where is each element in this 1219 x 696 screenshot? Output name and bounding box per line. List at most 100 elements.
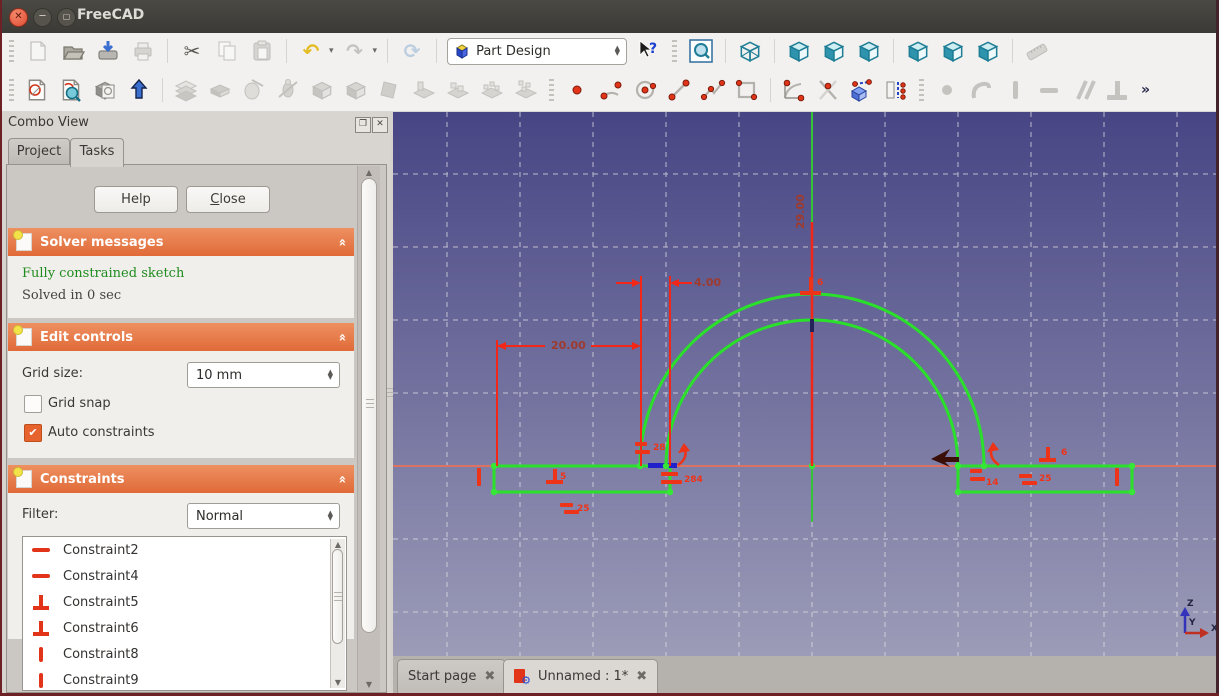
workbench-spinner[interactable]: ▲▼ — [615, 46, 620, 56]
panel-close-icon[interactable]: ✕ — [372, 117, 388, 133]
list-item[interactable]: Constraint6 — [23, 615, 346, 641]
measure-distance-icon[interactable] — [1023, 37, 1051, 65]
print-icon[interactable] — [129, 37, 157, 65]
collapse-icon[interactable]: « — [334, 238, 349, 246]
toolbar-grip[interactable] — [9, 79, 14, 101]
right-view-icon[interactable] — [855, 37, 883, 65]
rectangle-icon[interactable] — [733, 76, 761, 104]
workbench-selector[interactable]: Part Design ▲▼ — [447, 38, 627, 65]
help-button[interactable]: Help — [94, 186, 178, 213]
constraint-marker-6-right[interactable]: 6 — [1061, 448, 1067, 458]
list-item[interactable]: Constraint5 — [23, 589, 346, 615]
panel-float-icon[interactable]: ❐ — [355, 117, 371, 133]
toolbar-grip[interactable] — [919, 79, 924, 101]
pad-icon[interactable] — [172, 76, 200, 104]
top-view-icon[interactable] — [820, 37, 848, 65]
list-item[interactable]: Constraint8 — [23, 641, 346, 667]
refresh-icon[interactable]: ⟳ — [398, 37, 426, 65]
grid-size-spinner[interactable]: ▲▼ — [328, 370, 333, 380]
scrollbar-thumb[interactable] — [361, 178, 377, 633]
copy-icon[interactable] — [213, 37, 241, 65]
constraints-header[interactable]: Constraints « — [8, 465, 354, 493]
tab-project[interactable]: Project — [8, 138, 70, 165]
constraint-markers[interactable] — [477, 277, 1119, 514]
bottom-view-icon[interactable] — [939, 37, 967, 65]
edit-sketch-icon[interactable] — [57, 76, 85, 104]
window-minimize-button[interactable]: ─ — [33, 8, 52, 27]
scrollbar-thumb[interactable] — [332, 549, 343, 644]
title-bar[interactable]: ✕ ─ ▢ FreeCAD — [0, 0, 1219, 33]
constrain-horizontal-icon[interactable] — [1035, 76, 1063, 104]
sketch-fillet-icon[interactable] — [780, 76, 808, 104]
tab-tasks[interactable]: Tasks — [70, 138, 124, 167]
front-view-icon[interactable] — [785, 37, 813, 65]
mirrored-icon[interactable] — [410, 76, 438, 104]
undo-dropdown-icon[interactable]: ▾ — [329, 46, 334, 56]
constraint-marker-28[interactable]: 28 — [653, 443, 666, 453]
fillet-icon[interactable] — [308, 76, 336, 104]
scroll-up-icon[interactable]: ▲ — [331, 540, 345, 549]
constraint-marker-284[interactable]: 284 — [684, 475, 703, 485]
save-document-icon[interactable] — [94, 37, 122, 65]
revolution-icon[interactable] — [240, 76, 268, 104]
constraint-marker-25-right[interactable]: 25 — [1039, 474, 1052, 484]
width-dimension[interactable]: 20.00 — [551, 339, 586, 352]
toolbar-overflow-icon[interactable]: » — [1141, 82, 1150, 98]
polyline-icon[interactable] — [699, 76, 727, 104]
scroll-down-icon[interactable]: ▼ — [358, 680, 380, 689]
rear-view-icon[interactable] — [904, 37, 932, 65]
offset-dimension[interactable]: 4.00 — [694, 276, 721, 289]
collapse-icon[interactable]: « — [334, 333, 349, 341]
window-maximize-button[interactable]: ▢ — [57, 8, 76, 27]
linear-pattern-icon[interactable] — [444, 76, 472, 104]
filter-spinner[interactable]: ▲▼ — [328, 511, 333, 521]
edit-controls-header[interactable]: Edit controls « — [8, 323, 354, 351]
constrain-perpendicular-icon[interactable] — [1103, 76, 1131, 104]
close-button[interactable]: Close — [186, 186, 270, 213]
grid-size-select[interactable]: 10 mm ▲▼ — [187, 362, 340, 388]
pocket-icon[interactable] — [206, 76, 234, 104]
list-item[interactable]: Constraint4 — [23, 563, 346, 589]
new-document-icon[interactable] — [24, 37, 52, 65]
polar-pattern-icon[interactable] — [478, 76, 506, 104]
auto-constraints-checkbox[interactable]: ✔ — [24, 424, 42, 442]
window-close-button[interactable]: ✕ — [9, 8, 28, 27]
left-view-icon[interactable] — [974, 37, 1002, 65]
external-geometry-icon[interactable] — [848, 76, 876, 104]
constraint-filter-select[interactable]: Normal ▲▼ — [187, 503, 340, 529]
constrain-vertical-icon[interactable] — [1001, 76, 1029, 104]
line-icon[interactable] — [665, 76, 693, 104]
groove-icon[interactable] — [274, 76, 302, 104]
constrain-coincident-icon[interactable] — [933, 76, 961, 104]
tab-start-page[interactable]: Start page ✖ — [397, 659, 506, 693]
multi-transform-icon[interactable] — [512, 76, 540, 104]
fit-all-icon[interactable] — [687, 37, 715, 65]
point-icon[interactable] — [563, 76, 591, 104]
list-item[interactable]: Constraint2 — [23, 537, 346, 563]
selected-edge[interactable] — [648, 463, 677, 468]
redo-dropdown-icon[interactable]: ▾ — [373, 46, 378, 56]
leave-sketch-icon[interactable] — [125, 76, 153, 104]
constrain-parallel-icon[interactable] — [1069, 76, 1097, 104]
tab-unnamed-document[interactable]: ⚙ Unnamed : 1* ✖ — [503, 659, 658, 693]
undo-icon[interactable]: ↶ — [297, 37, 325, 65]
grid-snap-checkbox[interactable] — [24, 395, 42, 413]
close-tab-icon[interactable]: ✖ — [636, 669, 647, 684]
toolbar-grip[interactable] — [9, 40, 14, 62]
arc-icon[interactable] — [597, 76, 625, 104]
construction-mode-icon[interactable] — [882, 76, 910, 104]
list-item[interactable]: Constraint9 — [23, 667, 346, 691]
solver-messages-header[interactable]: Solver messages « — [8, 228, 354, 256]
toolbar-grip[interactable] — [672, 40, 677, 62]
height-dimension[interactable]: 29.00 — [794, 194, 807, 229]
circle-icon[interactable] — [631, 76, 659, 104]
tasks-panel-scrollbar[interactable]: ▲ ▼ — [357, 166, 380, 691]
cut-icon[interactable]: ✂ — [178, 37, 206, 65]
toolbar-grip[interactable] — [549, 79, 554, 101]
close-tab-icon[interactable]: ✖ — [484, 669, 495, 684]
map-sketch-to-face-icon[interactable] — [91, 76, 119, 104]
constraint-marker-6-top[interactable]: 6 — [817, 278, 823, 288]
draft-icon[interactable] — [376, 76, 404, 104]
scroll-up-icon[interactable]: ▲ — [358, 168, 380, 177]
3d-view[interactable]: 20.00 4.00 29.00 6 28 284 25 5 14 25 6 X… — [393, 112, 1216, 656]
